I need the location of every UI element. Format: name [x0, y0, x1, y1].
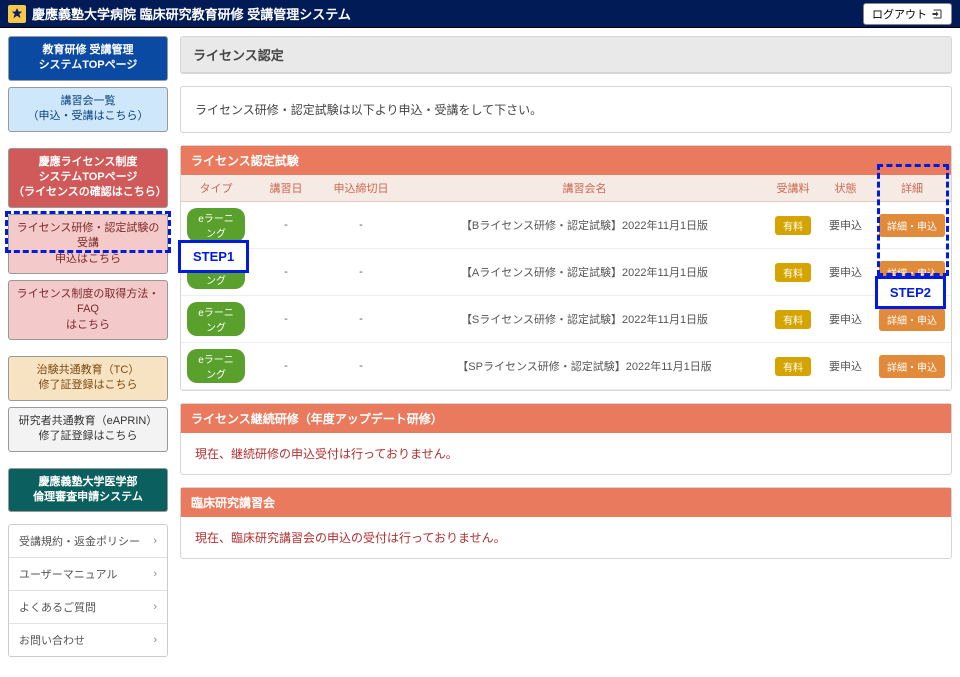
- page-title: ライセンス認定: [181, 37, 951, 73]
- cell-status: 要申込: [818, 202, 873, 249]
- cell-date: -: [251, 202, 321, 249]
- logout-button[interactable]: ログアウト: [863, 3, 952, 25]
- type-pill: eラーニング: [187, 208, 245, 242]
- fee-badge: 有料: [775, 216, 811, 235]
- type-pill: eラーニング: [187, 255, 245, 289]
- fee-badge: 有料: [775, 310, 811, 329]
- sidebar-irb[interactable]: 慶應義塾大学医学部 倫理審査申請システム: [8, 468, 168, 513]
- sidebar-tc[interactable]: 治験共通教育（TC） 修了証登録はこちら: [8, 356, 168, 401]
- exam-panel: ライセンス認定試験 タイプ 講習日 申込締切日 講習会名 受講料 状態 詳細 e…: [180, 145, 952, 391]
- cell-status: 要申込: [818, 343, 873, 390]
- sidebar-license-faq[interactable]: ライセンス制度の取得方法・FAQ はこちら: [8, 280, 168, 340]
- cell-name: 【SPライセンス研修・認定試験】2022年11月1日版: [401, 343, 768, 390]
- main-content: ライセンス認定 ライセンス研修・認定試験は以下より申込・受講をして下さい。 ライ…: [180, 36, 952, 657]
- section-cont-msg: 現在、継続研修の申込受付は行っておりません。: [181, 433, 951, 474]
- cell-status: 要申込: [818, 249, 873, 296]
- col-fee: 受講料: [768, 175, 818, 202]
- cell-deadline: -: [321, 249, 401, 296]
- section-exam-title: ライセンス認定試験: [181, 146, 951, 175]
- cell-date: -: [251, 343, 321, 390]
- chevron-right-icon: ›: [153, 601, 157, 613]
- logout-icon: [931, 8, 943, 20]
- cell-date: -: [251, 296, 321, 343]
- top-bar: 慶應義塾大学病院 臨床研究教育研修 受講管理システム ログアウト: [0, 0, 960, 28]
- cell-deadline: -: [321, 296, 401, 343]
- exam-table: タイプ 講習日 申込締切日 講習会名 受講料 状態 詳細 eラーニング--【Bラ…: [181, 175, 951, 390]
- sidebar-top-blue[interactable]: 教育研修 受講管理 システムTOPページ: [8, 36, 168, 81]
- sidebar: 教育研修 受講管理 システムTOPページ 講習会一覧 （申込・受講はこちら） 慶…: [8, 36, 168, 657]
- cell-deadline: -: [321, 343, 401, 390]
- detail-apply-button[interactable]: 詳細・申込: [879, 214, 945, 237]
- table-row: eラーニング--【Bライセンス研修・認定試験】2022年11月1日版有料要申込詳…: [181, 202, 951, 249]
- table-row: eラーニング--【Sライセンス研修・認定試験】2022年11月1日版有料要申込詳…: [181, 296, 951, 343]
- type-pill: eラーニング: [187, 302, 245, 336]
- table-row: eラーニング--【SPライセンス研修・認定試験】2022年11月1日版有料要申込…: [181, 343, 951, 390]
- chevron-right-icon: ›: [153, 568, 157, 580]
- sidebar-course-list[interactable]: 講習会一覧 （申込・受講はこちら）: [8, 87, 168, 132]
- chevron-right-icon: ›: [153, 535, 157, 547]
- table-row: eラーニング--【Aライセンス研修・認定試験】2022年11月1日版有料要申込詳…: [181, 249, 951, 296]
- fee-badge: 有料: [775, 263, 811, 282]
- type-pill: eラーニング: [187, 349, 245, 383]
- chevron-right-icon: ›: [153, 634, 157, 646]
- detail-apply-button[interactable]: 詳細・申込: [879, 261, 945, 284]
- sidebar-link-contact[interactable]: お問い合わせ›: [9, 624, 167, 656]
- sidebar-link-manual[interactable]: ユーザーマニュアル›: [9, 558, 167, 591]
- col-status: 状態: [818, 175, 873, 202]
- sidebar-link-list: 受講規約・返金ポリシー› ユーザーマニュアル› よくあるご質問› お問い合わせ›: [8, 524, 168, 657]
- section-clin-msg: 現在、臨床研究講習会の申込の受付は行っておりません。: [181, 517, 951, 558]
- cell-name: 【Aライセンス研修・認定試験】2022年11月1日版: [401, 249, 768, 296]
- col-name: 講習会名: [401, 175, 768, 202]
- cell-name: 【Sライセンス研修・認定試験】2022年11月1日版: [401, 296, 768, 343]
- intro-text: ライセンス研修・認定試験は以下より申込・受講をして下さい。: [181, 87, 951, 132]
- sidebar-link-policy[interactable]: 受講規約・返金ポリシー›: [9, 525, 167, 558]
- logo-icon: [8, 5, 26, 23]
- col-type: タイプ: [181, 175, 251, 202]
- col-detail: 詳細: [873, 175, 951, 202]
- col-date: 講習日: [251, 175, 321, 202]
- sidebar-license-apply[interactable]: ライセンス研修・認定試験の受講 申込はこちら: [8, 214, 168, 274]
- detail-apply-button[interactable]: 詳細・申込: [879, 355, 945, 378]
- cell-deadline: -: [321, 202, 401, 249]
- sidebar-link-faq[interactable]: よくあるご質問›: [9, 591, 167, 624]
- detail-apply-button[interactable]: 詳細・申込: [879, 308, 945, 331]
- section-cont-title: ライセンス継続研修（年度アップデート研修）: [181, 404, 951, 433]
- fee-badge: 有料: [775, 357, 811, 376]
- cell-date: -: [251, 249, 321, 296]
- site-title: 慶應義塾大学病院 臨床研究教育研修 受講管理システム: [32, 4, 351, 23]
- cell-status: 要申込: [818, 296, 873, 343]
- sidebar-top-pink[interactable]: 慶應ライセンス制度 システムTOPページ （ライセンスの確認はこちら）: [8, 148, 168, 208]
- cell-name: 【Bライセンス研修・認定試験】2022年11月1日版: [401, 202, 768, 249]
- sidebar-eaprin[interactable]: 研究者共通教育（eAPRIN） 修了証登録はこちら: [8, 407, 168, 452]
- section-clin-title: 臨床研究講習会: [181, 488, 951, 517]
- col-deadline: 申込締切日: [321, 175, 401, 202]
